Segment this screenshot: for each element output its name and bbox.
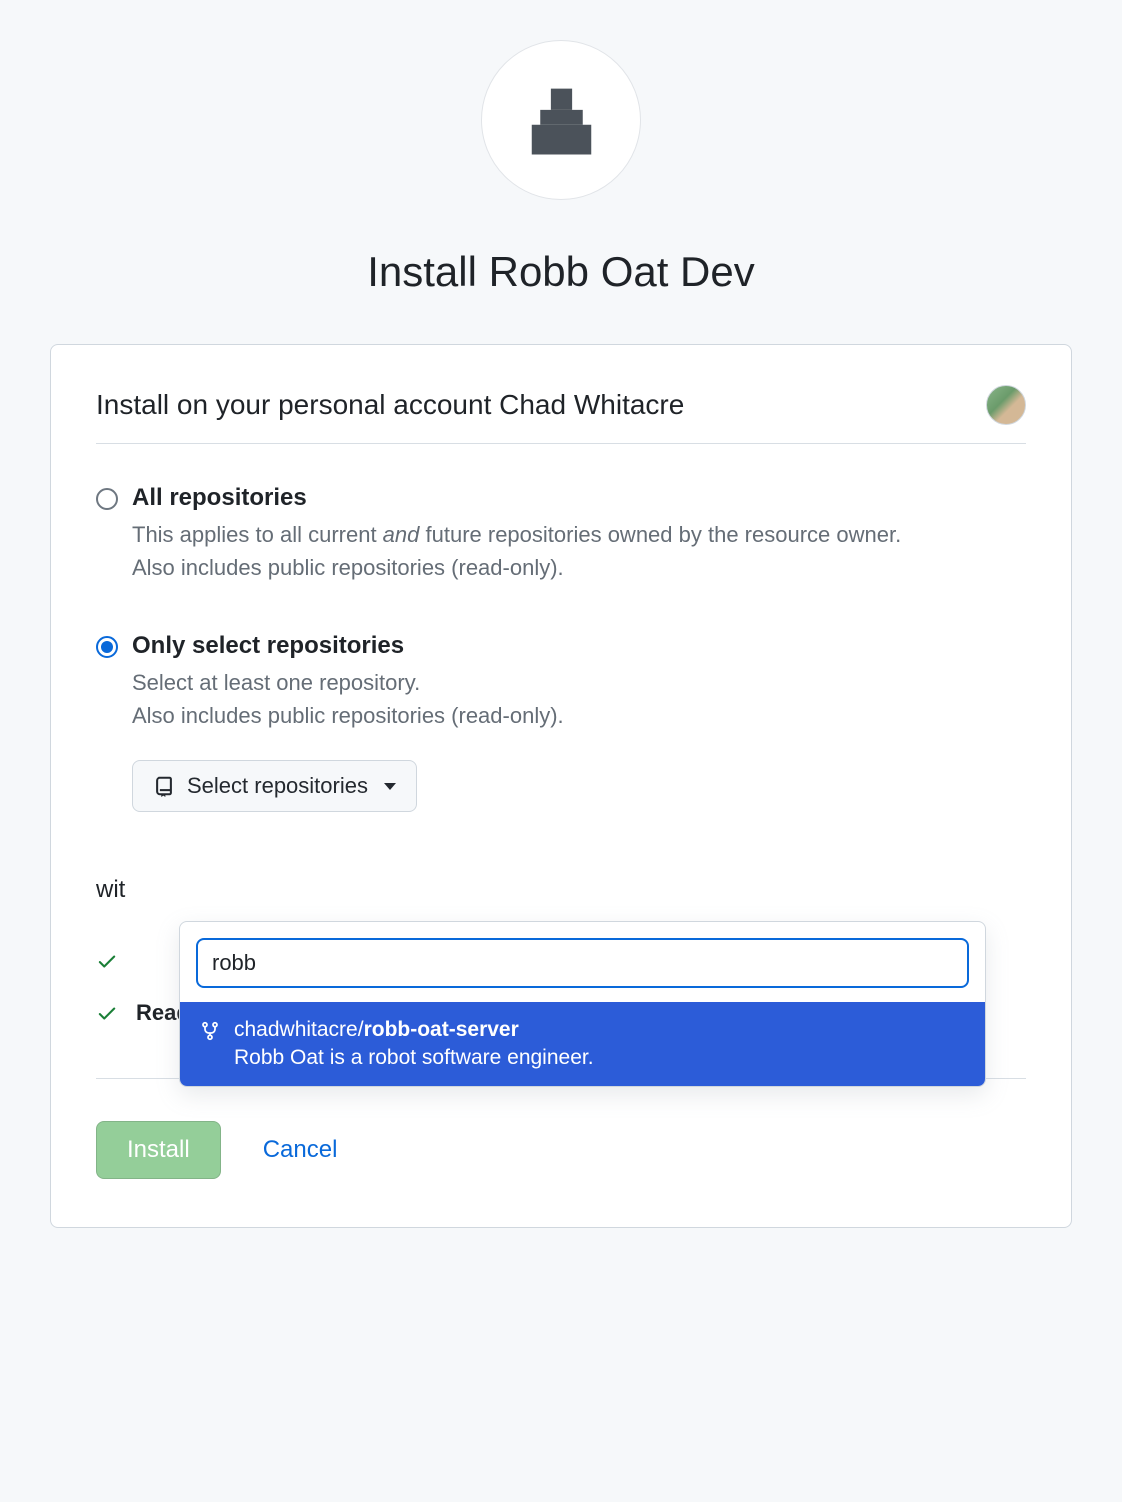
select-repositories-button-label: Select repositories — [187, 773, 368, 799]
repository-result-item[interactable]: chadwhitacre/robb-oat-server Robb Oat is… — [180, 1002, 985, 1086]
app-avatar — [481, 40, 641, 200]
partial-text-behind-dropdown: wit — [96, 876, 1026, 904]
radio-circle-icon — [96, 488, 118, 510]
repository-search-input[interactable] — [196, 938, 969, 988]
all-repositories-label: All repositories — [132, 484, 1026, 512]
page-title: Install Robb Oat Dev — [50, 248, 1072, 296]
dropdown-item-content: chadwhitacre/robb-oat-server Robb Oat is… — [234, 1018, 965, 1070]
radio-option-all-repositories[interactable]: All repositories This applies to all cur… — [96, 484, 1026, 584]
select-repositories-label: Only select repositories — [132, 632, 1026, 660]
repo-fork-icon — [200, 1021, 220, 1041]
desc-text: Also includes public repositories (read-… — [132, 555, 564, 580]
permission-text — [136, 948, 142, 974]
repo-icon — [153, 775, 175, 797]
page-container: Install Robb Oat Dev Install on your per… — [0, 0, 1122, 1268]
install-header: Install on your personal account Chad Wh… — [96, 385, 1026, 444]
install-button[interactable]: Install — [96, 1121, 221, 1179]
desc-text: future repositories owned by the resourc… — [419, 522, 901, 547]
repository-scope-radio-group: All repositories This applies to all cur… — [96, 484, 1026, 812]
select-repositories-description: Select at least one repository. Also inc… — [132, 666, 1026, 732]
check-icon — [96, 1002, 118, 1024]
repository-search-dropdown: chadwhitacre/robb-oat-server Robb Oat is… — [179, 921, 986, 1087]
repository-result-description: Robb Oat is a robot software engineer. — [234, 1046, 965, 1070]
desc-text: Select at least one repository. — [132, 670, 420, 695]
desc-text: This applies to all current — [132, 522, 383, 547]
chevron-down-icon — [384, 783, 396, 790]
app-logo-icon — [519, 78, 604, 163]
repository-result-name: chadwhitacre/robb-oat-server — [234, 1018, 965, 1042]
desc-em: and — [383, 522, 420, 547]
check-icon — [96, 950, 118, 972]
dropdown-search-wrap — [180, 922, 985, 1002]
footer-actions: Install Cancel — [96, 1121, 1026, 1179]
radio-content: Only select repositories Select at least… — [132, 632, 1026, 812]
repo-owner: chadwhitacre — [234, 1018, 358, 1041]
install-card: Install on your personal account Chad Wh… — [50, 344, 1072, 1228]
repo-name: robb-oat-server — [364, 1018, 519, 1041]
install-on-label: Install on your personal account Chad Wh… — [96, 389, 684, 421]
desc-text: Also includes public repositories (read-… — [132, 703, 564, 728]
user-avatar[interactable] — [986, 385, 1026, 425]
radio-option-select-repositories[interactable]: Only select repositories Select at least… — [96, 632, 1026, 812]
radio-circle-icon — [96, 636, 118, 658]
all-repositories-description: This applies to all current and future r… — [132, 518, 1026, 584]
radio-content: All repositories This applies to all cur… — [132, 484, 1026, 584]
cancel-link[interactable]: Cancel — [263, 1136, 338, 1164]
select-repositories-button[interactable]: Select repositories — [132, 760, 417, 812]
